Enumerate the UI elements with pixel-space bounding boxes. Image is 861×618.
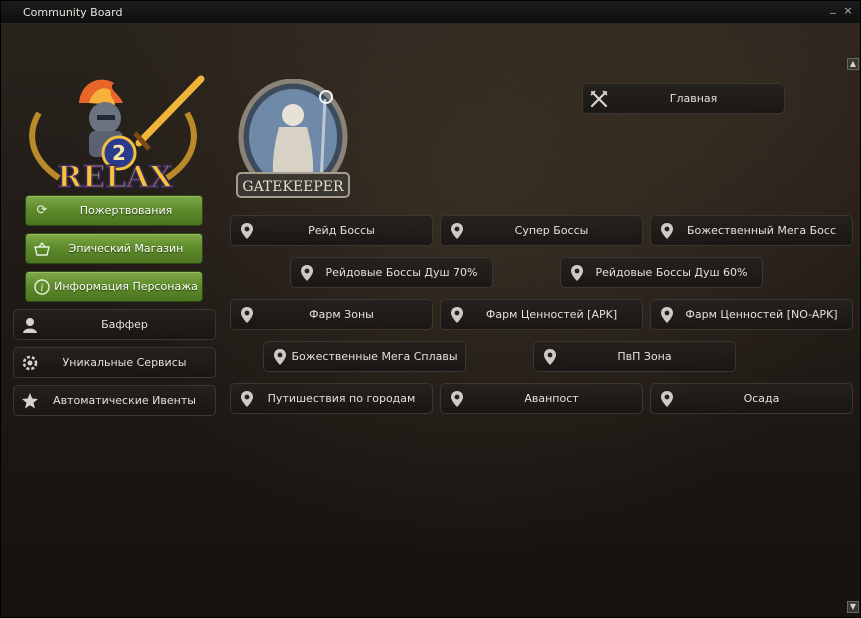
teleport-label: Фарм Ценностей [NO-APK]: [685, 308, 838, 321]
map-pin-icon: [659, 306, 675, 324]
donations-label: Пожертвования: [79, 204, 173, 217]
map-pin-icon: [659, 222, 675, 240]
buffer-button[interactable]: Баффер: [13, 309, 216, 340]
teleport-label: Путишествия по городам: [267, 392, 416, 405]
map-pin-icon: [659, 390, 675, 408]
teleport-divine-mega-boss-button[interactable]: Божественный Мега Босс: [650, 215, 853, 246]
minimize-button[interactable]: _: [827, 2, 839, 14]
teleport-label: Рейдовые Боссы Душ 60%: [595, 266, 748, 279]
svg-text:i: i: [40, 283, 43, 294]
close-button[interactable]: ×: [842, 5, 854, 17]
teleport-label: Фарм Ценностей [APK]: [485, 308, 618, 321]
basket-icon: [34, 241, 50, 257]
auto-events-label: Автоматические Ивенты: [53, 394, 196, 407]
teleport-label: ПвП Зона: [617, 350, 672, 363]
teleport-soul-raid-70-button[interactable]: Рейдовые Боссы Душ 70%: [290, 257, 493, 288]
teleport-divine-alloys-button[interactable]: Божественные Мега Сплавы: [263, 341, 466, 372]
epic-shop-label: Эпический Магазин: [68, 242, 184, 255]
epic-shop-button[interactable]: Эпический Магазин: [25, 233, 203, 264]
crossed-swords-icon: [590, 90, 608, 108]
unique-services-label: Уникальные Сервисы: [62, 356, 187, 369]
info-icon: i: [34, 279, 50, 295]
user-icon: [22, 316, 38, 334]
main-label: Главная: [669, 92, 718, 105]
map-pin-icon: [542, 348, 558, 366]
teleport-farm-zones-button[interactable]: Фарм Зоны: [230, 299, 433, 330]
teleport-raid-bosses-button[interactable]: Рейд Боссы: [230, 215, 433, 246]
window-title: Community Board: [23, 6, 123, 19]
scroll-up-button[interactable]: ▲: [847, 58, 859, 70]
teleport-label: Фарм Зоны: [309, 308, 374, 321]
gear-icon: [22, 354, 38, 372]
map-pin-icon: [239, 390, 255, 408]
teleport-farm-apk-button[interactable]: Фарм Ценностей [APK]: [440, 299, 643, 330]
l2relax-logo: 2 RELAX: [19, 73, 207, 195]
teleport-super-bosses-button[interactable]: Супер Боссы: [440, 215, 643, 246]
map-pin-icon: [569, 264, 585, 282]
scroll-down-button[interactable]: ▼: [847, 601, 859, 613]
map-pin-icon: [239, 222, 255, 240]
map-pin-icon: [449, 390, 465, 408]
teleport-farm-no-apk-button[interactable]: Фарм Ценностей [NO-APK]: [650, 299, 853, 330]
teleport-label: Супер Боссы: [514, 224, 589, 237]
title-bar: Community Board _ ×: [1, 1, 860, 24]
teleport-outpost-button[interactable]: Аванпост: [440, 383, 643, 414]
teleport-label: Рейдовые Боссы Душ 70%: [325, 266, 478, 279]
map-pin-icon: [449, 222, 465, 240]
donations-button[interactable]: ⟳ Пожертвования: [25, 195, 203, 226]
map-pin-icon: [449, 306, 465, 324]
map-pin-icon: [299, 264, 315, 282]
teleport-pvp-zone-button[interactable]: ПвП Зона: [533, 341, 736, 372]
refresh-icon: ⟳: [36, 203, 48, 218]
teleport-siege-button[interactable]: Осада: [650, 383, 853, 414]
character-info-label: Информация Персонажа: [54, 280, 198, 293]
teleport-town-travel-button[interactable]: Путишествия по городам: [230, 383, 433, 414]
map-pin-icon: [272, 348, 288, 366]
buffer-label: Баффер: [101, 318, 148, 331]
character-info-button[interactable]: i Информация Персонажа: [25, 271, 203, 302]
star-icon: [22, 392, 38, 410]
map-pin-icon: [239, 306, 255, 324]
teleport-label: Осада: [743, 392, 780, 405]
teleport-soul-raid-60-button[interactable]: Рейдовые Боссы Душ 60%: [560, 257, 763, 288]
gatekeeper-caption: GATEKEEPER: [242, 179, 344, 195]
unique-services-button[interactable]: Уникальные Сервисы: [13, 347, 216, 378]
teleport-label: Божественный Мега Босс: [686, 224, 837, 237]
teleport-label: Рейд Боссы: [308, 224, 375, 237]
logo-word: RELAX: [57, 160, 173, 195]
main-button[interactable]: Главная: [582, 83, 785, 114]
gatekeeper-emblem: GATEKEEPER: [229, 79, 357, 207]
teleport-label: Аванпост: [524, 392, 579, 405]
teleport-label: Божественные Мега Сплавы: [291, 350, 458, 363]
community-board-window: Community Board _ × ▲ ▼ 2 RELAX ⟳ Пожерт…: [0, 0, 861, 618]
auto-events-button[interactable]: Автоматические Ивенты: [13, 385, 216, 416]
